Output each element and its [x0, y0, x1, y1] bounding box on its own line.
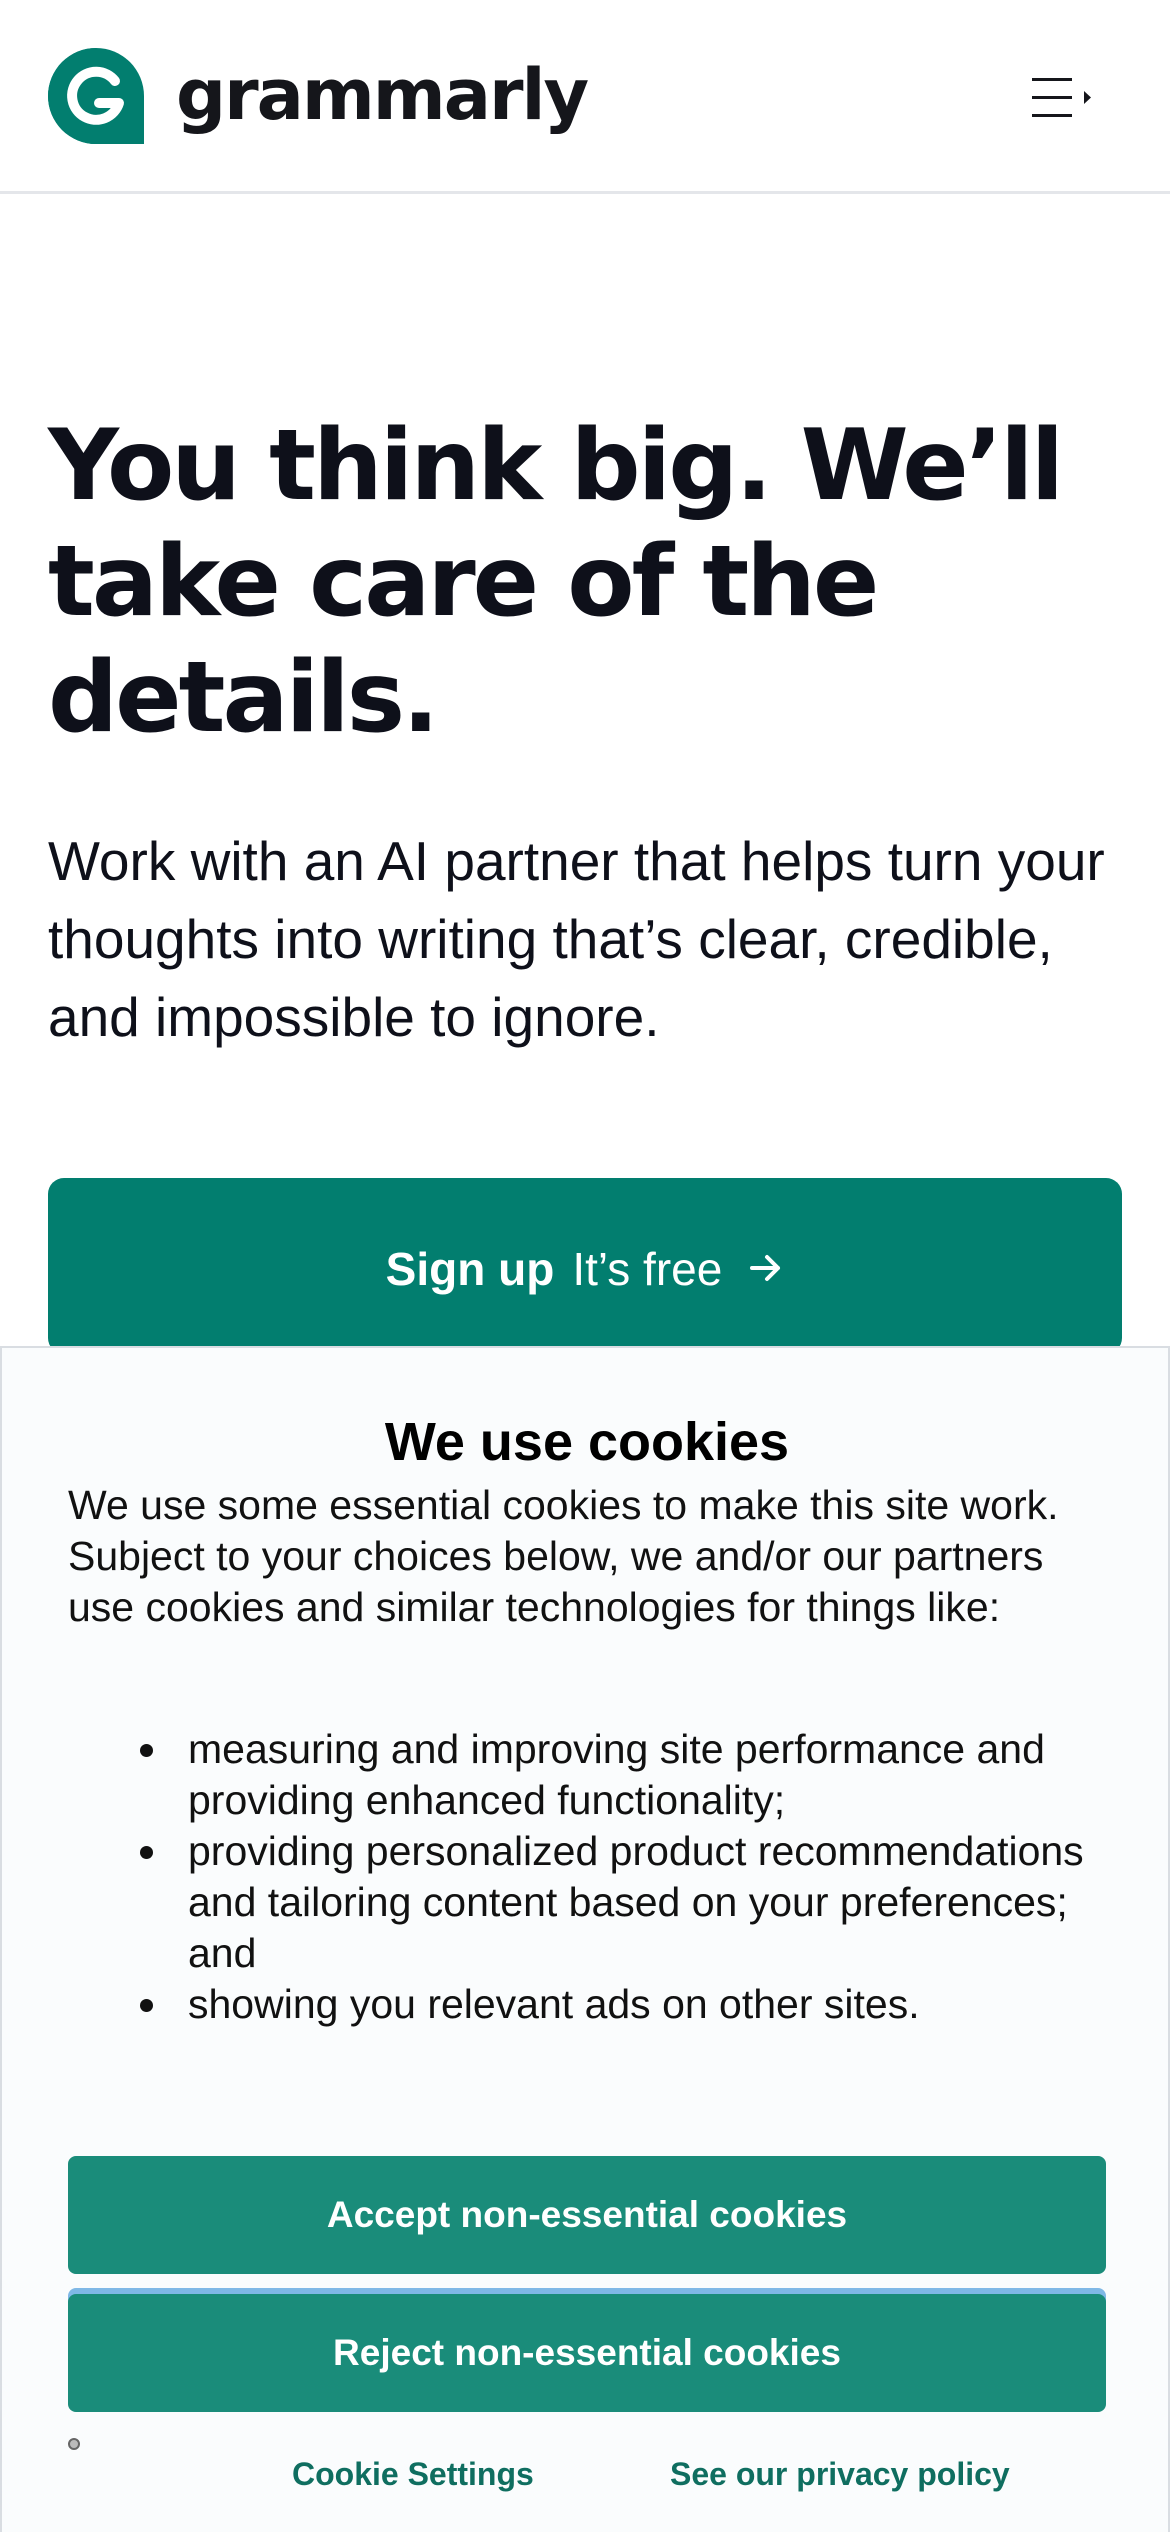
list-item: providing personalized product recommend… — [122, 1826, 1122, 1979]
logo-wordmark[interactable]: grammarly — [176, 50, 589, 140]
reject-cookies-button[interactable]: Reject non-essential cookies — [68, 2294, 1106, 2412]
arrow-right-icon — [750, 1255, 781, 1281]
signup-label: Sign up — [385, 1243, 555, 1295]
cookie-settings-link[interactable]: Cookie Settings — [292, 2456, 534, 2506]
list-item: showing you relevant ads on other sites. — [122, 1979, 1122, 2030]
gear-icon[interactable] — [68, 2438, 80, 2450]
cookie-banner-title: We use cookies — [384, 1412, 790, 1472]
hamburger-menu-icon[interactable] — [1026, 66, 1096, 130]
site-header: grammarly — [0, 0, 1170, 194]
cookie-banner: We use cookies We use some essential coo… — [0, 1346, 1170, 2532]
page: grammarly You think big. We’ll take care… — [0, 0, 1170, 2532]
hero-subtitle: Work with an AI partner that helps turn … — [48, 830, 1105, 1048]
signup-free-label: It’s free — [572, 1243, 723, 1295]
hero-title: You think big. We’ll take care of the de… — [48, 409, 1064, 755]
list-item: measuring and improving site performance… — [122, 1724, 1122, 1826]
privacy-policy-link[interactable]: See our privacy policy — [670, 2456, 1010, 2506]
cookie-purpose-list: measuring and improving site performance… — [122, 1724, 1122, 2030]
cookie-banner-intro: We use some essential cookies to make th… — [68, 1482, 1059, 1630]
accept-cookies-button[interactable]: Accept non-essential cookies — [68, 2156, 1106, 2274]
grammarly-logo-icon[interactable] — [48, 48, 144, 144]
signup-button[interactable]: Sign up It’s free — [48, 1178, 1122, 1354]
